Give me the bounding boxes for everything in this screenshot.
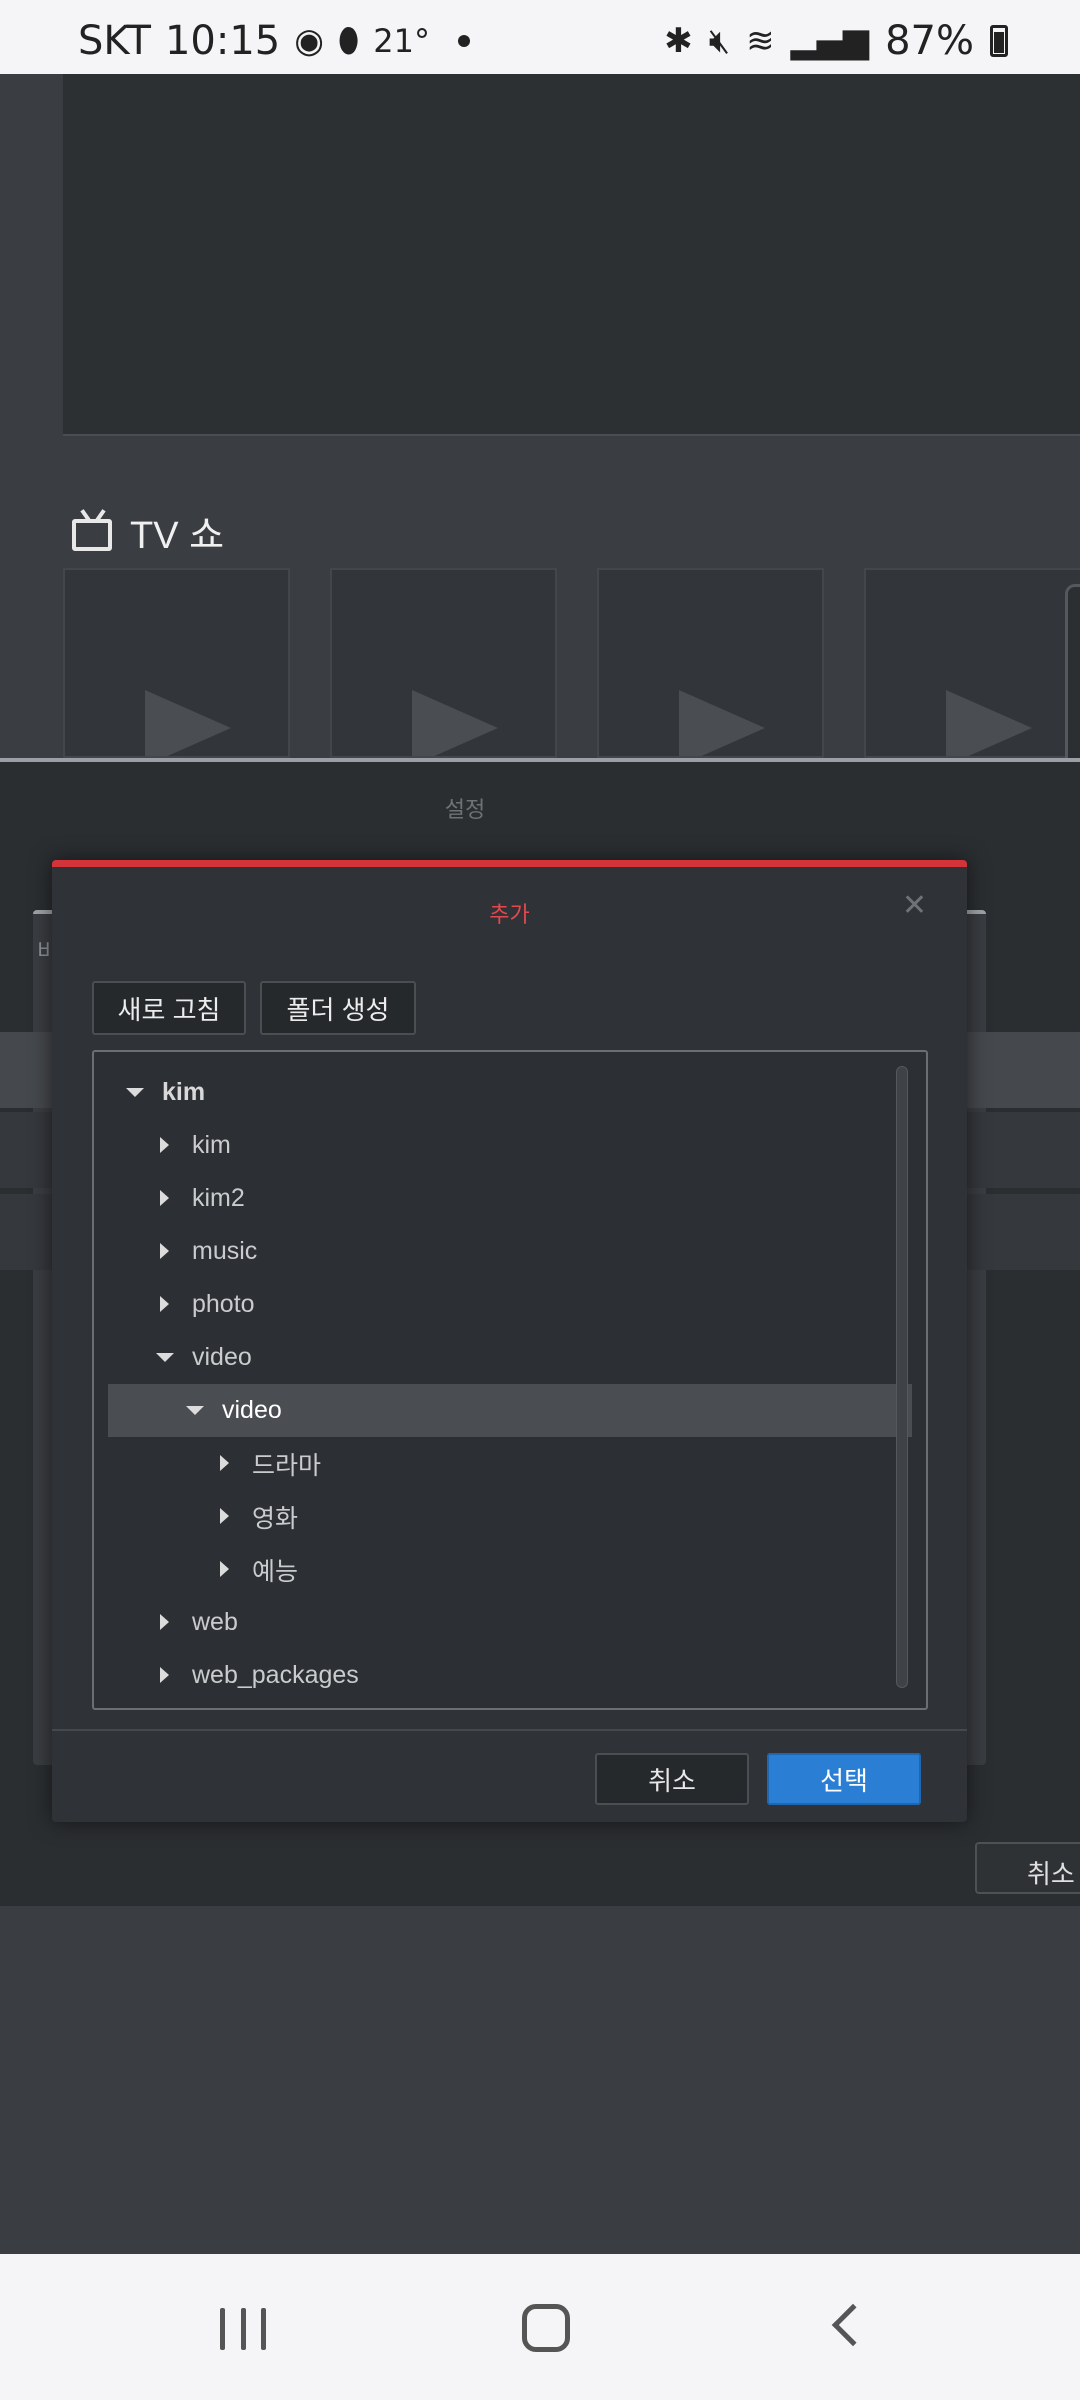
- caret-right-icon[interactable]: [154, 1611, 178, 1635]
- tree-node-label: web_packages: [192, 1661, 359, 1689]
- notification-dot-icon: [457, 35, 470, 47]
- folder-tree: kim kim kim2 music photo video video 드라마영화예능 web…: [92, 1050, 928, 1710]
- tree-node-label: video: [222, 1396, 282, 1424]
- temperature-label: 21°: [373, 22, 430, 60]
- pill-icon: ⬮: [337, 21, 360, 61]
- hero-banner: [63, 74, 1080, 436]
- battery-percent: 87%: [885, 18, 974, 64]
- tree-node-web[interactable]: web: [108, 1596, 912, 1649]
- tree-node-label: video: [192, 1343, 252, 1371]
- tree-node-kim[interactable]: kim: [108, 1066, 912, 1119]
- status-right: ✱ 🔇︎ ≋ ▂▄▆ 87%: [664, 18, 1008, 64]
- play-icon: [412, 690, 498, 756]
- video-thumbnail[interactable]: [63, 568, 290, 758]
- cancel-button[interactable]: 취소: [595, 1753, 749, 1805]
- section-title: TV 쇼: [130, 515, 225, 557]
- aperture-icon: ◉: [294, 21, 324, 61]
- caret-right-icon[interactable]: [214, 1505, 238, 1529]
- battery-icon: [990, 25, 1008, 57]
- status-bar: SKT 10:15 ◉ ⬮ 21° ✱ 🔇︎ ≋ ▂▄▆ 87%: [0, 0, 1080, 74]
- settings-title: 설정: [444, 797, 486, 822]
- caret-down-icon[interactable]: [124, 1081, 148, 1105]
- tree-node-music[interactable]: music: [108, 1225, 912, 1278]
- tree-node-label: 영화: [252, 1504, 299, 1533]
- tree-node--[interactable]: 드라마: [108, 1437, 912, 1490]
- caret-right-icon[interactable]: [154, 1664, 178, 1688]
- select-button[interactable]: 선택: [767, 1753, 921, 1805]
- tree-node-photo[interactable]: photo: [108, 1278, 912, 1331]
- tv-icon: [72, 518, 112, 551]
- bluetooth-icon: ✱: [664, 21, 693, 61]
- play-icon: [946, 690, 1032, 756]
- caret-down-icon[interactable]: [184, 1399, 208, 1423]
- tree-node-video[interactable]: video: [108, 1331, 912, 1384]
- tree-node-label: photo: [192, 1290, 255, 1318]
- tree-node-label: web: [192, 1608, 238, 1636]
- tree-node-video[interactable]: video: [108, 1384, 912, 1437]
- wifi-icon: ≋: [746, 21, 775, 61]
- dialog-title: 추가: [489, 902, 530, 927]
- caret-right-icon[interactable]: [154, 1134, 178, 1158]
- caret-right-icon[interactable]: [214, 1558, 238, 1582]
- settings-cancel-button[interactable]: 취소: [975, 1842, 1080, 1894]
- refresh-button[interactable]: 새로 고침: [92, 981, 246, 1035]
- close-icon[interactable]: ✕: [902, 891, 927, 921]
- tv-shows-header: TV 쇼: [72, 504, 224, 559]
- caret-right-icon[interactable]: [154, 1240, 178, 1264]
- tree-node-label: kim: [192, 1131, 231, 1159]
- recent-apps-button[interactable]: [220, 2308, 266, 2350]
- play-icon: [679, 690, 765, 756]
- tree-node--[interactable]: 예능: [108, 1543, 912, 1596]
- tree-node-label: music: [192, 1237, 258, 1265]
- play-icon: [145, 690, 231, 756]
- mute-icon: 🔇︎: [708, 21, 731, 61]
- video-thumbnail[interactable]: [597, 568, 824, 758]
- carrier-label: SKT: [78, 18, 151, 64]
- tree-node-label: 드라마: [252, 1451, 322, 1480]
- tree-node-kim[interactable]: kim: [108, 1119, 912, 1172]
- caret-right-icon[interactable]: [214, 1452, 238, 1476]
- thumbnail-row: [63, 568, 1080, 758]
- recent-apps-icon: [220, 2308, 225, 2350]
- clock: 10:15: [164, 18, 281, 64]
- add-folder-dialog: 추가 ✕ 새로 고침 폴더 생성 kim kim kim2 music photo vid…: [52, 860, 967, 1822]
- create-folder-button[interactable]: 폴더 생성: [260, 981, 416, 1035]
- caret-right-icon[interactable]: [154, 1187, 178, 1211]
- tree-node-web-packages[interactable]: web_packages: [108, 1649, 912, 1702]
- dialog-divider: [52, 1729, 967, 1731]
- video-thumbnail[interactable]: [330, 568, 557, 758]
- tree-node-label: kim2: [192, 1184, 245, 1212]
- caret-right-icon[interactable]: [154, 1293, 178, 1317]
- video-thumbnail[interactable]: [864, 568, 1080, 758]
- tree-node-label: 예능: [252, 1557, 299, 1586]
- back-button[interactable]: [831, 2303, 875, 2347]
- caret-down-icon[interactable]: [154, 1346, 178, 1370]
- tree-scrollbar[interactable]: [896, 1066, 908, 1688]
- status-left: SKT 10:15 ◉ ⬮ 21°: [78, 18, 470, 64]
- signal-icon: ▂▄▆: [790, 21, 870, 61]
- tree-node-label: kim: [162, 1078, 206, 1106]
- tree-node-kim2[interactable]: kim2: [108, 1172, 912, 1225]
- navigation-bar: [0, 2254, 1080, 2400]
- home-button[interactable]: [522, 2304, 570, 2352]
- tree-node--[interactable]: 영화: [108, 1490, 912, 1543]
